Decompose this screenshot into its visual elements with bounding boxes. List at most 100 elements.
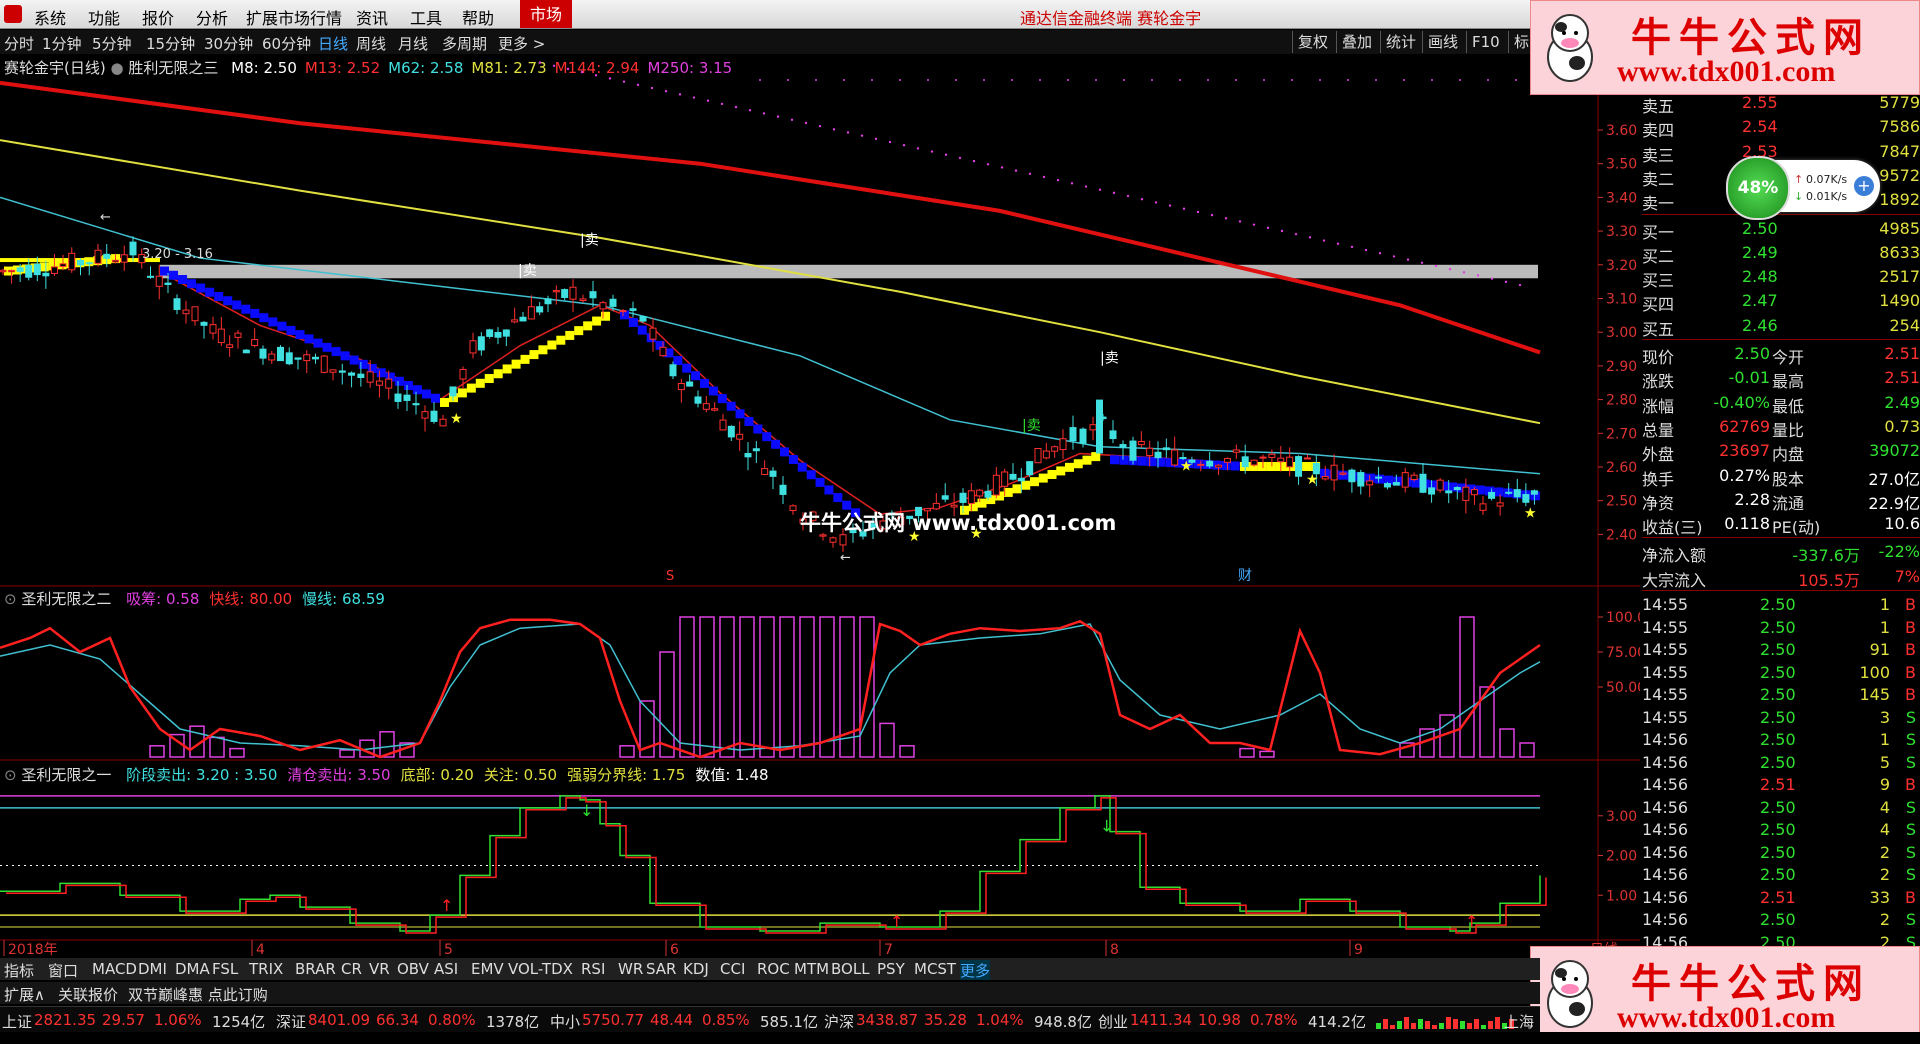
top-dot — [1235, 79, 1237, 81]
candle-body — [459, 368, 467, 380]
tick-price: 2.51 — [1760, 775, 1796, 794]
ma144-line — [0, 80, 1541, 355]
indicator-tab[interactable]: PSY — [877, 960, 905, 978]
extension-item[interactable]: 双节巅峰惠 点此订购 — [128, 984, 268, 1004]
stat-row[interactable]: 现价 2.50 今开 2.51 — [1642, 344, 1920, 367]
downtrend-block — [735, 409, 745, 419]
indicator-tab[interactable]: TRIX — [249, 960, 283, 978]
indicator-tab[interactable]: OBV — [397, 960, 429, 978]
star-icon: ★ — [450, 411, 463, 427]
ask-row[interactable]: 卖五 2.55 5779 — [1642, 93, 1920, 116]
bid-row[interactable]: 买二 2.49 8633 — [1642, 243, 1920, 266]
stat-row[interactable]: 换手 0.27% 股本 27.0亿 — [1642, 466, 1920, 489]
top-dot — [983, 79, 985, 81]
stat-row[interactable]: 涨跌 -0.01 最高 2.51 — [1642, 368, 1920, 391]
tick-row[interactable]: 14:56 2.50 1 S — [1642, 730, 1920, 752]
candle-body — [268, 353, 276, 361]
indicator-tab[interactable]: MACD — [92, 960, 137, 978]
index-name[interactable]: 沪深 — [824, 1011, 854, 1032]
index-name[interactable]: 中小 — [550, 1011, 580, 1032]
bid-label: 买五 — [1642, 319, 1675, 339]
indicator-tab[interactable]: VR — [369, 960, 390, 978]
stat-value: 22.9亿 — [1868, 493, 1920, 513]
indicator-tab[interactable]: MCST — [914, 960, 956, 978]
tick-row[interactable]: 14:55 2.50 100 B — [1642, 663, 1920, 685]
tick-row[interactable]: 14:56 2.50 4 S — [1642, 820, 1920, 842]
top-dot — [1375, 79, 1377, 81]
indicator-tab[interactable]: FSL — [212, 960, 238, 978]
index-name[interactable]: 创业 — [1098, 1011, 1128, 1032]
indicator-tab[interactable]: DMA — [175, 960, 210, 978]
bid-row[interactable]: 买三 2.48 2517 — [1642, 267, 1920, 290]
tick-row[interactable]: 14:56 2.50 2 S — [1642, 865, 1920, 887]
indicator-tab[interactable]: CCI — [720, 960, 745, 978]
tick-row[interactable]: 14:56 2.50 2 S — [1642, 910, 1920, 932]
stat-row[interactable]: 总量 62769 量比 0.73 — [1642, 417, 1920, 440]
indicator-tab[interactable]: CR — [341, 960, 362, 978]
bid-row[interactable]: 买四 2.47 1490 — [1642, 291, 1920, 314]
indicator-tab[interactable]: DMI — [138, 960, 167, 978]
kline-chart-area[interactable]: 3.60 3.50 3.40 3.30 3.20 3.10 3.00 2.90 2.80 2.70… — [0, 0, 1640, 956]
indicator-tab[interactable]: SAR — [646, 960, 676, 978]
tick-row[interactable]: 14:55 2.50 91 B — [1642, 640, 1920, 662]
market-breadth-bar — [1404, 1017, 1409, 1029]
tick-time: 14:56 — [1642, 865, 1689, 884]
indicator-tab[interactable]: KDJ — [683, 960, 709, 978]
ad-banner-top[interactable]: 牛牛公式网 www.tdx001.com — [1530, 0, 1920, 95]
candle-body — [527, 306, 535, 320]
stat-row[interactable]: 收益(三) 0.118 PE(动) 10.6 — [1642, 514, 1920, 537]
tick-row[interactable]: 14:55 2.50 145 B — [1642, 685, 1920, 707]
indicator-tab[interactable]: BRAR — [295, 960, 336, 978]
tick-row[interactable]: 14:56 2.50 5 S — [1642, 753, 1920, 775]
tick-row[interactable]: 14:56 2.50 2 S — [1642, 843, 1920, 865]
indicator-tab[interactable]: BOLL — [831, 960, 870, 978]
extension-item[interactable]: 扩展∧ — [4, 984, 45, 1004]
indicator-tab[interactable]: EMV — [471, 960, 504, 978]
flow-row[interactable]: 净流入额 -337.6万 -22% — [1642, 542, 1920, 565]
stat-row[interactable]: 净资 2.28 流通 22.9亿 — [1642, 490, 1920, 513]
flow-row[interactable]: 大宗流入 105.5万 7% — [1642, 567, 1920, 590]
status-right[interactable]: 上海 — [1504, 1011, 1534, 1032]
candle-body — [649, 327, 657, 340]
indicator-tab[interactable]: MTM — [794, 960, 829, 978]
stat-row[interactable]: 涨幅 -0.40% 最低 2.49 — [1642, 392, 1920, 416]
plus-icon[interactable]: + — [1854, 176, 1874, 196]
ma81-line — [0, 139, 1541, 425]
indicator-tab[interactable]: VOL-TDX — [508, 960, 573, 978]
stat-row[interactable]: 外盘 23697 内盘 39072 — [1642, 441, 1920, 464]
tick-row[interactable]: 14:55 2.50 1 B — [1642, 595, 1920, 617]
stat-value: 2.51 — [1884, 344, 1920, 363]
bid-row[interactable]: 买五 2.46 254 — [1642, 316, 1920, 339]
indicator-tab[interactable]: ROC — [757, 960, 790, 978]
indicator-tab[interactable]: 指标 — [4, 960, 34, 980]
tick-row[interactable]: 14:55 2.50 3 S — [1642, 708, 1920, 730]
indicator-tab[interactable]: 窗口 — [48, 960, 78, 980]
index-name[interactable]: 上证 — [2, 1011, 32, 1032]
network-speed-widget[interactable]: 48% ↑ 0.07K/s ↓ 0.01K/s + — [1726, 156, 1880, 220]
tick-row[interactable]: 14:55 2.50 1 B — [1642, 618, 1920, 640]
index-name[interactable]: 深证 — [276, 1011, 306, 1032]
tick-row[interactable]: 14:56 2.51 33 B — [1642, 888, 1920, 910]
stat-value: -0.40% — [1713, 392, 1770, 412]
ask-row[interactable]: 卖四 2.54 7586 — [1642, 117, 1920, 140]
tick-time: 14:56 — [1642, 820, 1689, 839]
indicator-tab[interactable]: ASI — [434, 960, 458, 978]
candle-body — [1051, 446, 1059, 452]
bid-volume: 2517 — [1879, 267, 1920, 287]
uptrend-block — [583, 321, 593, 331]
tick-row[interactable]: 14:56 2.51 9 B — [1642, 775, 1920, 797]
indicator-tab[interactable]: WR — [618, 960, 643, 978]
candle-body — [320, 355, 328, 373]
ma250-dot — [776, 115, 780, 118]
top-dot — [1067, 79, 1069, 81]
stat-value: 2.49 — [1884, 392, 1920, 412]
bid-row[interactable]: 买一 2.50 4985 — [1642, 219, 1920, 242]
indicator-tab[interactable]: RSI — [581, 960, 605, 978]
indicator-tab[interactable]: 更多 — [960, 960, 991, 980]
candle-body — [1330, 464, 1338, 481]
ad-banner-bottom[interactable]: 牛牛公式网 www.tdx001.com — [1530, 946, 1920, 1041]
extension-item[interactable]: 关联报价 — [58, 984, 118, 1004]
top-dot — [927, 79, 929, 81]
tick-row[interactable]: 14:56 2.50 4 S — [1642, 798, 1920, 820]
candle-body — [1488, 491, 1496, 499]
